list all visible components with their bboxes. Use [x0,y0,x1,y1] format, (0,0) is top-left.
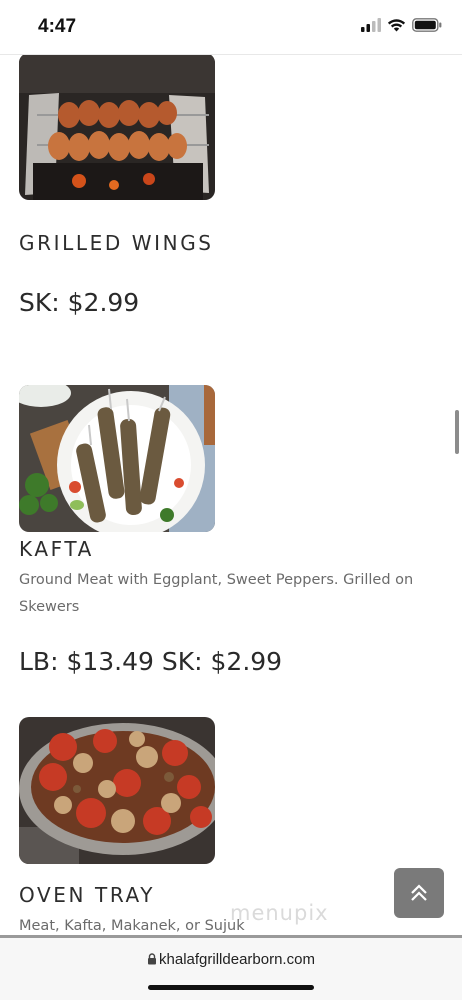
status-time: 4:47 [38,16,77,37]
menu-content[interactable]: GRILLED WINGS SK: $2.99 KAFTA Ground Mea… [0,55,462,935]
menu-item-price: LB: $13.49 SK: $2.99 [19,647,283,676]
url-text: khalafgrilldearborn.com [159,951,315,968]
battery-icon [412,18,442,32]
double-chevron-up-icon [411,884,427,901]
scroll-to-top-button[interactable] [394,868,444,918]
menu-item-title: GRILLED WINGS [19,231,214,255]
status-icons [361,18,442,32]
browser-bottom-bar: khalafgrilldearborn.com [0,935,462,1000]
status-bar: 4:47 [0,0,462,54]
menu-item-photo [19,717,215,864]
menu-item-photo [19,55,215,200]
lock-icon [148,953,157,965]
menu-item-description: Meat, Kafta, Makanek, or Sujuk [19,918,245,934]
menu-item-price: SK: $2.99 [19,288,140,317]
wifi-icon [387,19,406,32]
address-bar[interactable]: khalafgrilldearborn.com [0,951,462,968]
watermark-text: menupix [230,901,329,925]
signal-icon [361,18,381,32]
bottom-divider [0,935,462,938]
menu-item-description: Ground Meat with Eggplant, Sweet Peppers… [19,572,414,615]
menu-item-title: KAFTA [19,537,94,561]
home-indicator [148,985,314,990]
menu-item-photo [19,385,215,532]
menu-item-title: OVEN TRAY [19,883,156,907]
scrollbar-thumb[interactable] [455,410,459,454]
